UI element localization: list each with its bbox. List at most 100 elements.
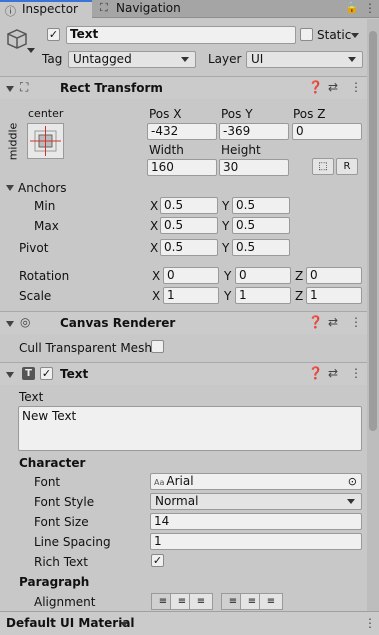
pos-x-input[interactable]: -432	[147, 123, 217, 140]
rot-z-input[interactable]: 0	[306, 267, 362, 284]
anchor-v-label: middle	[6, 122, 20, 161]
help-icon[interactable]: ❓	[308, 80, 323, 94]
presets-icon[interactable]: ⇄	[328, 80, 338, 94]
alignment-label: Alignment	[34, 595, 96, 609]
object-picker-icon[interactable]: ⊙	[348, 474, 357, 489]
min-x-input[interactable]: 0.5	[160, 197, 218, 214]
text-area[interactable]: New Text	[18, 406, 362, 451]
anchors-foldout[interactable]	[6, 185, 14, 191]
paragraph-label: Paragraph	[19, 575, 90, 589]
gameobject-icon	[6, 28, 28, 50]
tag-dropdown[interactable]: Untagged	[68, 51, 196, 68]
min-x-label: X	[150, 199, 159, 213]
font-label: Font	[34, 475, 61, 489]
blueprint-mode-button[interactable]: ⬚	[312, 158, 334, 175]
static-label: Static	[317, 28, 352, 42]
raw-edit-button[interactable]: R	[336, 158, 358, 175]
help-icon[interactable]: ❓	[308, 315, 323, 329]
pos-x-label: Pos X	[149, 107, 182, 121]
pivot-y-input[interactable]: 0.5	[232, 239, 290, 256]
font-style-value: Normal	[155, 494, 199, 508]
cull-label: Cull Transparent Mesh	[19, 341, 152, 355]
tag-label: Tag	[42, 52, 63, 66]
rect-transform-title: Rect Transform	[60, 81, 163, 95]
rot-y-input[interactable]: 0	[235, 267, 291, 284]
scale-x-label: X	[152, 289, 161, 303]
font-size-input[interactable]: 14	[150, 513, 362, 530]
font-style-dropdown[interactable]: Normal	[150, 493, 362, 510]
scrollbar-thumb[interactable]	[369, 31, 377, 431]
align-right-button[interactable]: ≡	[189, 593, 213, 610]
line-spacing-input[interactable]: 1	[150, 533, 362, 550]
max-y-input[interactable]: 0.5	[232, 217, 290, 234]
tab-navigation[interactable]: ⛶ Navigation	[96, 0, 196, 18]
rot-y-label: Y	[224, 269, 232, 283]
navigation-icon: ⛶	[100, 1, 108, 14]
min-y-label: Y	[222, 199, 230, 213]
blueprint-icon: ⬚	[318, 161, 328, 172]
width-input[interactable]: 160	[147, 159, 217, 176]
static-dropdown-arrow[interactable]	[351, 33, 359, 38]
pos-z-input[interactable]: 0	[292, 123, 362, 140]
help-icon[interactable]: ❓	[308, 366, 323, 380]
text-component-foldout[interactable]	[6, 372, 14, 378]
align-middle-icon: ≡	[247, 596, 257, 607]
rich-text-label: Rich Text	[34, 555, 88, 569]
tab-inspector[interactable]: ⓘ Inspector	[0, 0, 92, 18]
scale-y-label: Y	[224, 289, 232, 303]
scale-label: Scale	[19, 289, 52, 303]
align-bottom-button[interactable]: ≡	[259, 593, 283, 610]
align-left-icon: ≡	[158, 596, 168, 607]
lock-icon[interactable]: 🔒	[345, 1, 359, 14]
info-icon: ⓘ	[5, 5, 16, 18]
width-label: Width	[149, 143, 184, 157]
cull-checkbox[interactable]	[151, 340, 164, 353]
active-checkbox[interactable]: ✓	[47, 28, 60, 41]
height-label: Height	[221, 143, 261, 157]
tag-value: Untagged	[73, 52, 132, 66]
max-x-input[interactable]: 0.5	[160, 217, 218, 234]
scrollbar-track[interactable]	[367, 19, 379, 611]
component-menu-icon[interactable]: ⋮	[350, 366, 362, 380]
min-y-input[interactable]: 0.5	[232, 197, 290, 214]
align-right-icon: ≡	[196, 596, 206, 607]
canvas-renderer-foldout[interactable]	[6, 321, 14, 327]
footer-menu-icon[interactable]: ⋮	[364, 616, 376, 630]
scale-x-input[interactable]: 1	[163, 287, 219, 304]
scale-z-input[interactable]: 1	[306, 287, 362, 304]
anchor-preset-button[interactable]	[27, 123, 64, 159]
layer-label: Layer	[208, 52, 242, 66]
component-menu-icon[interactable]: ⋮	[350, 315, 362, 329]
font-field[interactable]: Aa Arial ⊙	[150, 473, 362, 490]
pos-z-label: Pos Z	[293, 107, 326, 121]
presets-icon[interactable]: ⇄	[328, 315, 338, 329]
character-label: Character	[19, 456, 86, 470]
pivot-x-input[interactable]: 0.5	[160, 239, 218, 256]
align-top-icon: ≡	[228, 596, 238, 607]
scale-y-input[interactable]: 1	[235, 287, 291, 304]
material-footer[interactable]: Default UI Material ⋮	[0, 611, 379, 635]
rot-x-input[interactable]: 0	[163, 267, 219, 284]
object-name-input[interactable]: Text	[66, 26, 296, 44]
align-bottom-icon: ≡	[266, 596, 276, 607]
height-input[interactable]: 30	[219, 159, 289, 176]
rect-transform-foldout[interactable]	[6, 86, 14, 92]
text-component-icon: T	[22, 367, 35, 380]
scale-z-label: Z	[295, 289, 304, 303]
icon-dropdown-arrow[interactable]	[27, 48, 35, 53]
component-menu-icon[interactable]: ⋮	[350, 80, 362, 94]
anchors-label: Anchors	[18, 181, 67, 195]
pos-y-input[interactable]: -369	[219, 123, 289, 140]
canvas-renderer-title: Canvas Renderer	[60, 316, 176, 330]
more-options-icon[interactable]: ⋮	[364, 1, 376, 15]
font-value: Arial	[166, 474, 194, 488]
static-checkbox[interactable]	[300, 28, 313, 41]
layer-dropdown[interactable]: UI	[246, 51, 363, 68]
rich-text-checkbox[interactable]: ✓	[151, 554, 164, 567]
material-dropdown-arrow[interactable]	[120, 622, 128, 627]
font-asset-icon: Aa	[154, 478, 165, 487]
presets-icon[interactable]: ⇄	[328, 366, 338, 380]
pos-y-label: Pos Y	[221, 107, 253, 121]
layer-value: UI	[251, 52, 264, 66]
text-enabled-checkbox[interactable]: ✓	[40, 367, 53, 380]
